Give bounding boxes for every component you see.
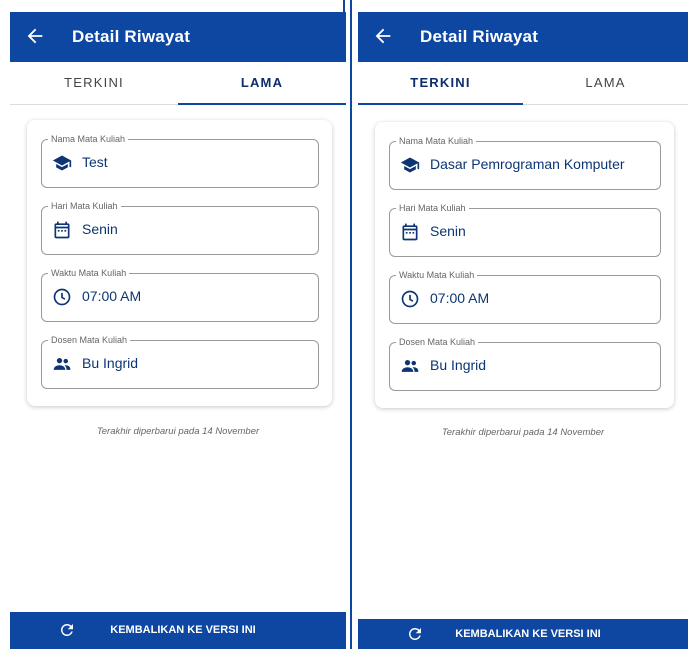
course-time-field: Waktu Mata Kuliah 07:00 AM: [41, 267, 319, 322]
field-value: 07:00 AM: [82, 288, 142, 304]
school-icon: [400, 157, 420, 173]
field-label: Dosen Mata Kuliah: [48, 334, 131, 346]
page-title: Detail Riwayat: [420, 27, 539, 46]
app-bar: Detail Riwayat: [10, 12, 346, 62]
tab-terkini[interactable]: TERKINI: [10, 62, 178, 104]
clock-icon: [401, 290, 419, 308]
back-arrow-icon[interactable]: [24, 25, 46, 47]
restore-label: KEMBALIKAN KE VERSI INI: [110, 624, 256, 636]
school-icon: [52, 155, 72, 171]
field-label: Hari Mata Kuliah: [396, 202, 469, 214]
tab-indicator: [178, 103, 346, 105]
screen-left: Detail Riwayat TERKINI LAMA Nama Mata Ku…: [10, 12, 346, 649]
field-value: 07:00 AM: [430, 290, 490, 306]
field-value: Bu Ingrid: [430, 357, 487, 373]
restore-version-button[interactable]: KEMBALIKAN KE VERSI INI: [358, 619, 688, 649]
calendar-icon: [54, 221, 70, 239]
clock-icon: [53, 288, 71, 306]
tab-lama[interactable]: LAMA: [523, 62, 688, 104]
course-name-field: Nama Mata Kuliah Dasar Pemrograman Kompu…: [389, 135, 661, 190]
calendar-icon: [402, 223, 418, 241]
back-arrow-icon[interactable]: [372, 25, 394, 47]
tab-bar: TERKINI LAMA: [358, 62, 688, 105]
people-icon: [53, 358, 71, 370]
tab-terkini[interactable]: TERKINI: [358, 62, 523, 104]
last-updated-text: Terakhir diperbarui pada 14 November: [96, 426, 260, 437]
course-time-field: Waktu Mata Kuliah 07:00 AM: [389, 269, 661, 324]
restore-label: KEMBALIKAN KE VERSI INI: [455, 628, 601, 640]
field-value: Bu Ingrid: [82, 355, 139, 371]
course-detail-card: Nama Mata Kuliah Dasar Pemrograman Kompu…: [375, 122, 674, 408]
course-lecturer-field: Dosen Mata Kuliah Bu Ingrid: [41, 334, 319, 389]
tab-indicator: [358, 103, 523, 105]
field-label: Nama Mata Kuliah: [396, 135, 477, 147]
field-label: Dosen Mata Kuliah: [396, 336, 479, 348]
course-day-field: Hari Mata Kuliah Senin: [389, 202, 661, 257]
field-label: Hari Mata Kuliah: [48, 200, 121, 212]
restore-version-button[interactable]: KEMBALIKAN KE VERSI INI: [10, 612, 346, 649]
field-label: Waktu Mata Kuliah: [48, 267, 130, 279]
last-updated-text: Terakhir diperbarui pada 14 November: [441, 427, 605, 438]
tab-lama[interactable]: LAMA: [178, 62, 346, 104]
course-day-field: Hari Mata Kuliah Senin: [41, 200, 319, 255]
field-label: Nama Mata Kuliah: [48, 133, 129, 145]
field-value: Senin: [430, 223, 466, 239]
app-bar: Detail Riwayat: [358, 12, 688, 62]
tab-bar: TERKINI LAMA: [10, 62, 346, 105]
screen-right: Detail Riwayat TERKINI LAMA Nama Mata Ku…: [358, 12, 688, 649]
field-label: Waktu Mata Kuliah: [396, 269, 478, 281]
course-detail-card: Nama Mata Kuliah Test Hari Mata Kuliah S…: [27, 120, 332, 406]
divider-line: [350, 0, 352, 649]
field-value: Test: [82, 154, 108, 170]
people-icon: [401, 360, 419, 372]
field-value: Senin: [82, 221, 118, 237]
course-lecturer-field: Dosen Mata Kuliah Bu Ingrid: [389, 336, 661, 391]
field-value: Dasar Pemrograman Komputer: [430, 156, 625, 172]
course-name-field: Nama Mata Kuliah Test: [41, 133, 319, 188]
page-title: Detail Riwayat: [72, 27, 191, 46]
